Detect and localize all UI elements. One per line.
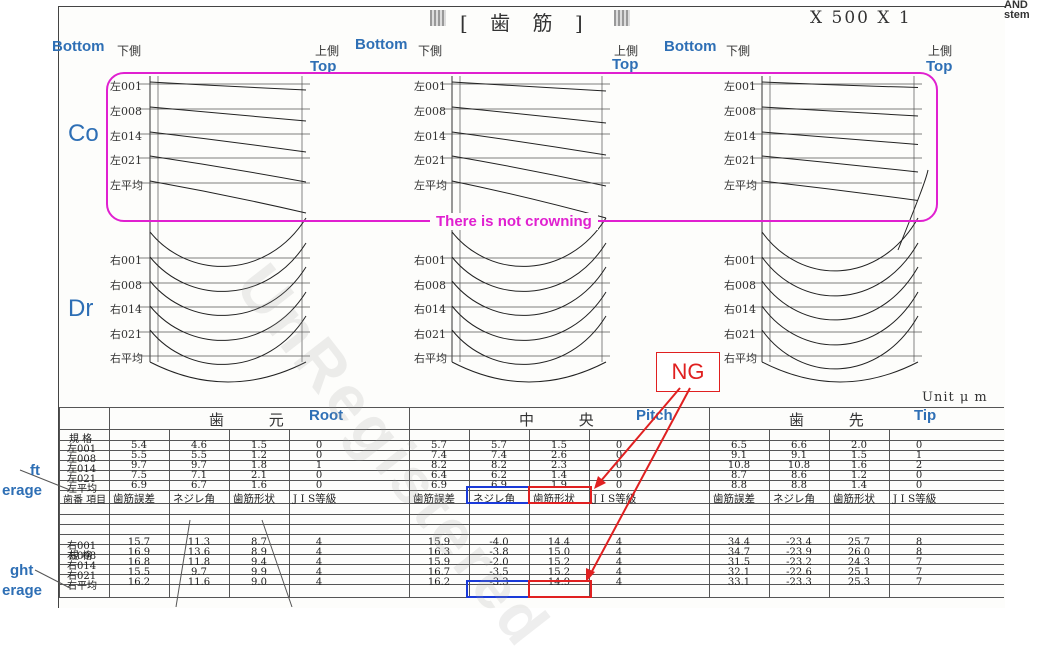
right-average-label-2: erage [2,582,43,599]
lead-form-pointer [261,519,293,607]
ng-arrows [19,387,691,607]
left-average-label-2: erage [2,482,43,499]
ng-arrow-left [599,387,681,483]
helix-angle-pointer [175,519,191,607]
right-average-label-1: ght [10,562,34,579]
left-average-label-1: ft [30,462,40,479]
red-highlight-left-avg [528,486,592,504]
ng-arrow-right [589,387,691,576]
